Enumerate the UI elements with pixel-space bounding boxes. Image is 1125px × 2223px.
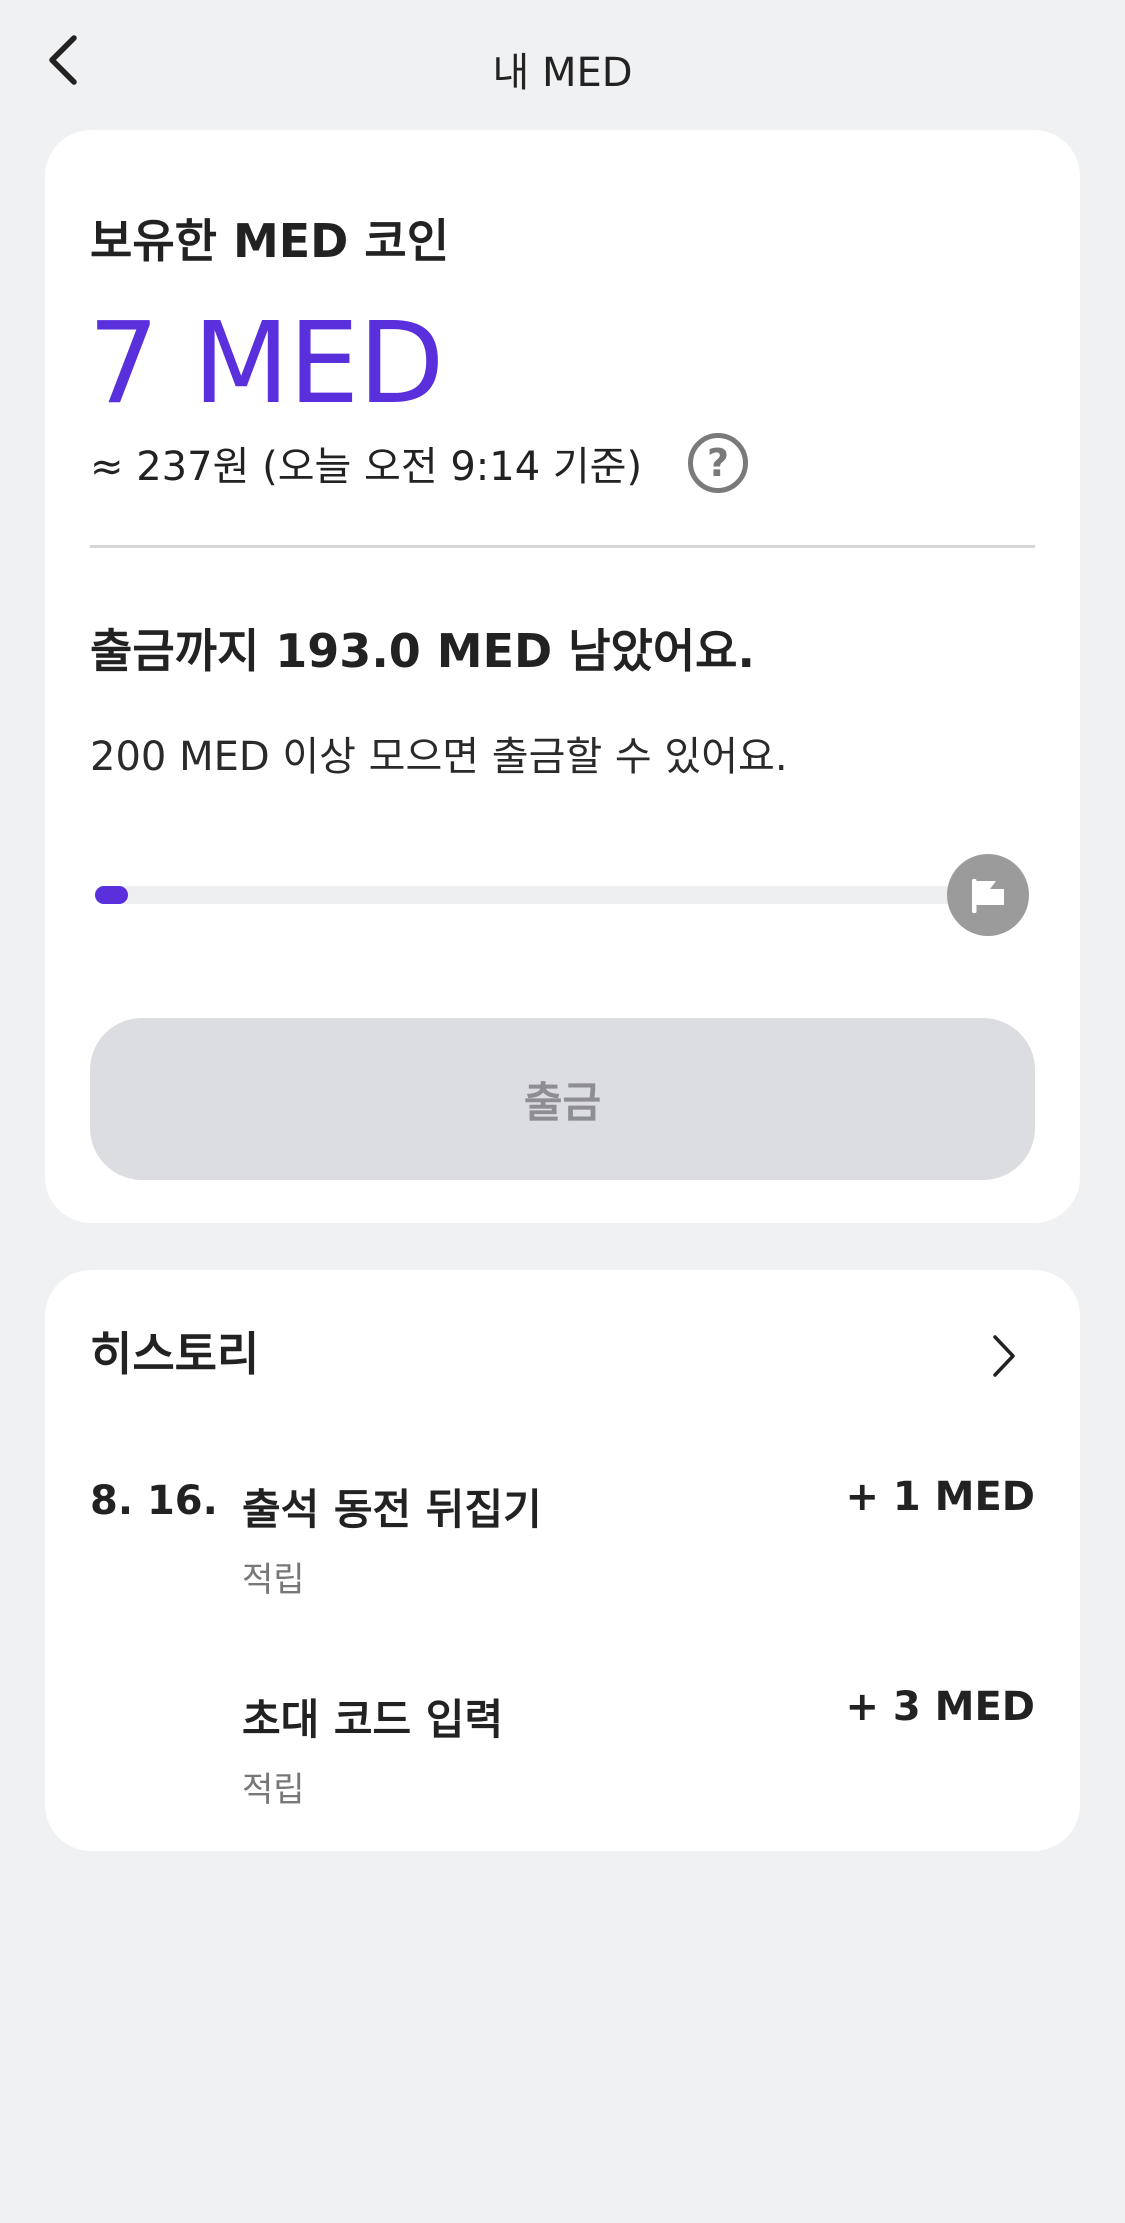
history-title: 히스토리 [90, 1327, 260, 1381]
owned-coin-label: 보유한 MED 코인 [90, 214, 450, 268]
history-item[interactable]: 초대 코드 입력 적립 + 3 MED [90, 1680, 1035, 1820]
balance-amount: 7 MED [88, 299, 444, 429]
history-card: 히스토리 8. 16. 출석 동전 뒤집기 적립 + 1 MED 초대 코드 입… [45, 1270, 1080, 1851]
history-item-title: 출석 동전 뒤집기 [242, 1485, 542, 1534]
history-item-title: 초대 코드 입력 [242, 1695, 504, 1744]
withdraw-button[interactable]: 출금 [90, 1018, 1035, 1180]
withdraw-progress-fill [95, 886, 128, 904]
history-item-amount: + 1 MED [845, 1474, 1035, 1520]
page-title: 내 MED [492, 50, 633, 96]
history-date: 8. 16. [90, 1478, 218, 1524]
history-more-button[interactable] [978, 1324, 1030, 1388]
history-item-type: 적립 [242, 1560, 305, 1600]
remaining-to-withdraw: 출금까지 193.0 MED 남았어요. [90, 624, 755, 678]
history-item-amount: + 3 MED [845, 1684, 1035, 1730]
withdraw-condition: 200 MED 이상 모으면 출금할 수 있어요. [90, 734, 788, 780]
history-item-type: 적립 [242, 1770, 305, 1810]
krw-estimate: ≈ 237원 (오늘 오전 9:14 기준) [90, 444, 643, 490]
withdraw-progress-track [95, 886, 1025, 904]
top-bar: 내 MED [0, 0, 1125, 128]
flag-icon [972, 879, 1004, 913]
krw-estimate-row: ≈ 237원 (오늘 오전 9:14 기준) ? [90, 430, 749, 496]
my-med-screen: 내 MED 보유한 MED 코인 7 MED ≈ 237원 (오늘 오전 9:1… [0, 0, 1125, 2223]
help-icon[interactable]: ? [688, 433, 749, 493]
goal-flag-badge [947, 854, 1029, 936]
chevron-right-icon [993, 1335, 1015, 1377]
balance-card: 보유한 MED 코인 7 MED ≈ 237원 (오늘 오전 9:14 기준) … [45, 130, 1080, 1223]
divider [90, 545, 1035, 548]
history-item[interactable]: 8. 16. 출석 동전 뒤집기 적립 + 1 MED [90, 1470, 1035, 1610]
